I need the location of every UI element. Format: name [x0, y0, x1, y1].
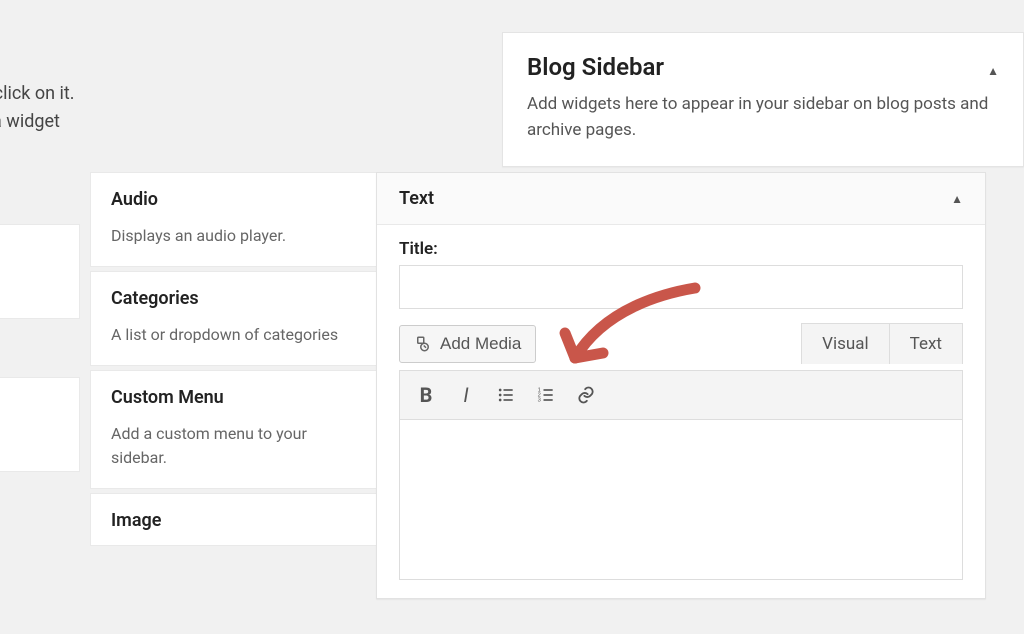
svg-text:3: 3: [538, 398, 541, 404]
widget-title: Custom Menu: [91, 371, 379, 422]
widget-item-custom-menu[interactable]: Custom Menu Add a custom menu to your si…: [90, 370, 380, 489]
title-label: Title:: [399, 239, 963, 259]
widget-item-cropped-2[interactable]: ts.: [0, 377, 80, 472]
sidebar-area-desc: Add widgets here to appear in your sideb…: [503, 91, 1023, 166]
widget-item-audio[interactable]: Audio Displays an audio player.: [90, 172, 380, 267]
widget-form-text: Text ▲ Title: Add Media Visual Text: [376, 172, 986, 599]
widget-title: Audio: [91, 173, 379, 224]
editor-mode-tabs: Visual Text: [801, 323, 963, 364]
widget-item-image[interactable]: Image: [90, 493, 380, 546]
sidebar-area-header[interactable]: Blog Sidebar ▲: [503, 33, 1023, 91]
bold-button[interactable]: B: [408, 378, 444, 412]
tab-text[interactable]: Text: [890, 324, 962, 364]
tab-visual[interactable]: Visual: [802, 324, 889, 364]
add-media-button[interactable]: Add Media: [399, 325, 536, 363]
editor-toolbar: B I 1 2 3: [399, 370, 963, 420]
widget-form-header[interactable]: Text ▲: [377, 173, 985, 225]
widget-item-cropped-1[interactable]: e's: [0, 224, 80, 319]
widget-desc: Displays an audio player.: [91, 224, 379, 266]
available-widgets-intro: o a sidebar or click on it. To deactivat…: [0, 80, 80, 476]
intro-text: o a sidebar or click on it. To deactivat…: [0, 80, 80, 164]
widget-desc: A list or dropdown of categories: [91, 323, 379, 365]
widget-title: Categories: [91, 272, 379, 323]
available-widgets-column: Audio Displays an audio player. Categori…: [90, 172, 380, 550]
widget-item-categories[interactable]: Categories A list or dropdown of categor…: [90, 271, 380, 366]
add-media-label: Add Media: [440, 334, 521, 354]
link-button[interactable]: [568, 378, 604, 412]
collapse-icon[interactable]: ▲: [951, 192, 963, 206]
italic-button[interactable]: I: [448, 378, 484, 412]
collapse-icon[interactable]: ▲: [987, 64, 999, 78]
widget-title: Image: [91, 494, 379, 545]
sidebar-area-title: Blog Sidebar: [527, 53, 664, 81]
widget-title-input[interactable]: [399, 265, 963, 309]
widget-desc: Add a custom menu to your sidebar.: [91, 422, 379, 488]
media-icon: [414, 335, 432, 353]
bulleted-list-button[interactable]: [488, 378, 524, 412]
editor-content-area[interactable]: [399, 420, 963, 580]
widget-form-title: Text: [399, 188, 434, 209]
numbered-list-button[interactable]: 1 2 3: [528, 378, 564, 412]
sidebar-area-blog-sidebar: Blog Sidebar ▲ Add widgets here to appea…: [502, 32, 1024, 167]
